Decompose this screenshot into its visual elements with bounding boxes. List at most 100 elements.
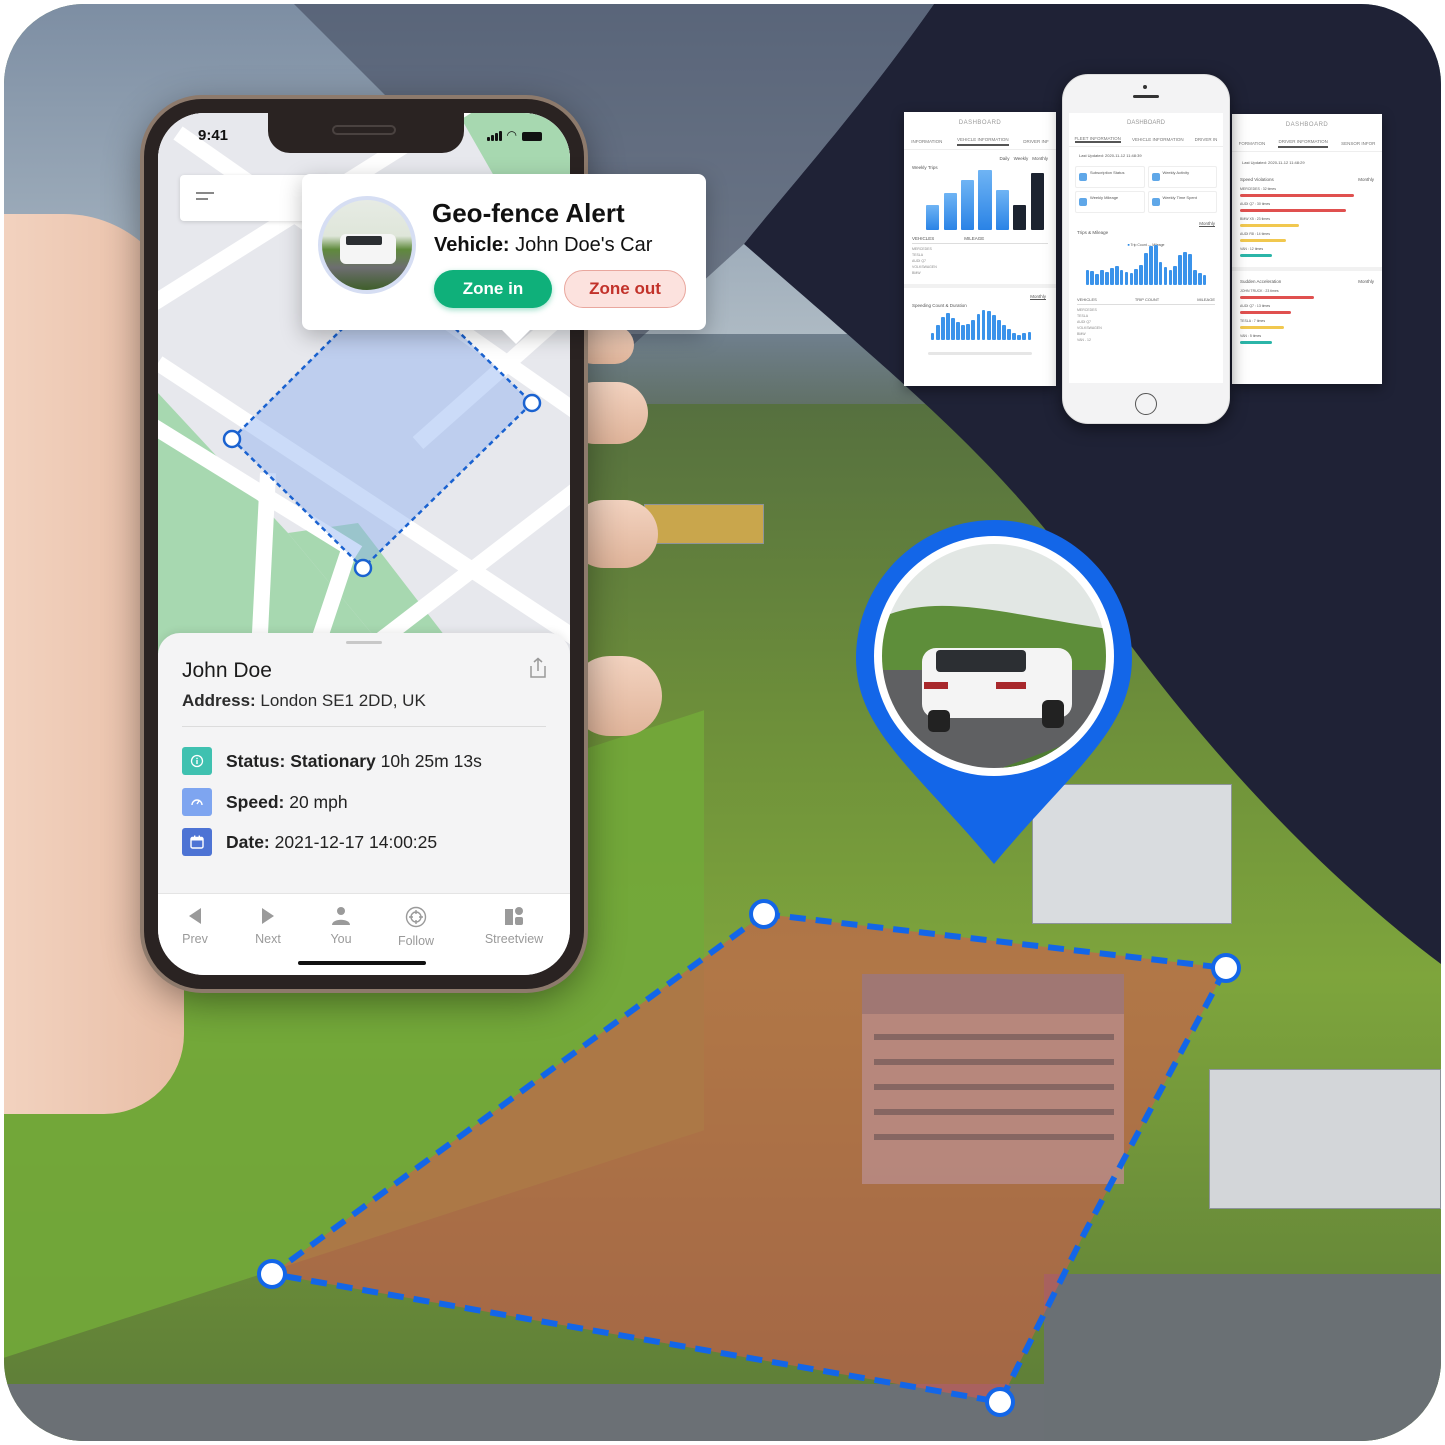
violation-label: AUDI R8 : 14 times — [1240, 232, 1270, 236]
home-button[interactable] — [1135, 393, 1157, 415]
period-monthly[interactable]: Monthly — [1199, 221, 1215, 227]
chart-bar — [1124, 271, 1129, 285]
status-state: Stationary — [290, 750, 376, 771]
card-title: Subscription Status — [1090, 170, 1125, 175]
chart-bar — [1163, 266, 1168, 285]
iphone-screen: DASHBOARD FLEET INFORMATION VEHICLE INFO… — [1069, 113, 1223, 383]
period-weekly[interactable]: Weekly — [1014, 156, 1029, 161]
geofence-handle[interactable] — [749, 899, 779, 929]
card-icon — [1079, 198, 1087, 206]
geofence-handle[interactable] — [1211, 953, 1241, 983]
table-row: VAN - 12 — [1077, 338, 1091, 342]
chart-bar — [1007, 329, 1011, 340]
chart-bar — [960, 180, 975, 230]
chart-bar — [951, 318, 955, 340]
period-daily[interactable]: Daily — [1000, 156, 1010, 161]
violation-row: VAN : 12 times — [1240, 247, 1374, 257]
chart-bar — [956, 322, 960, 340]
summary-card: Weekly Time Spent — [1147, 191, 1217, 213]
chart-bar — [945, 312, 950, 340]
clock: 9:41 — [198, 127, 229, 144]
period-selector: Daily Weekly Monthly — [1000, 156, 1048, 161]
tab-follow[interactable]: Follow — [381, 906, 451, 948]
tab-label: Follow — [397, 934, 435, 948]
geofence-vertex[interactable] — [522, 393, 542, 413]
chart-bar — [1173, 265, 1178, 285]
dashboard-tab[interactable]: FORMATION — [1239, 141, 1266, 146]
calendar-icon — [182, 828, 212, 856]
tab-next[interactable]: Next — [233, 906, 303, 946]
range-slider[interactable] — [928, 352, 1032, 355]
streetview-icon — [505, 907, 523, 925]
chart-bar — [1085, 269, 1090, 285]
speed-row: Speed: 20 mph — [182, 788, 348, 816]
dashboard-tab[interactable]: DRIVER IN — [1195, 137, 1218, 142]
chart-bar — [930, 333, 935, 340]
violation-bar — [1240, 296, 1314, 299]
dashboard-tab[interactable]: DRIVER INF — [1023, 139, 1049, 144]
trips-mileage-chart — [1085, 245, 1207, 285]
card-icon — [1079, 173, 1087, 181]
tab-prev[interactable]: Prev — [160, 906, 230, 946]
chart-bar — [943, 193, 957, 230]
period-monthly[interactable]: Monthly — [1358, 177, 1374, 182]
chart-bar — [976, 314, 981, 340]
office-roof — [862, 974, 1124, 1014]
violation-row: VAN : 5 times — [1240, 334, 1374, 344]
hero-frame: DASHBOARD INFORMATION VEHICLE INFORMATIO… — [4, 4, 1441, 1441]
share-icon[interactable] — [528, 657, 548, 679]
dashboard-tab-active[interactable]: DRIVER INFORMATION — [1278, 139, 1328, 148]
violation-bar — [1240, 311, 1291, 314]
tab-label: Next — [255, 932, 281, 946]
hamburger-icon — [196, 192, 214, 204]
chart-bar — [1192, 269, 1197, 285]
dashboard-tabs: INFORMATION VEHICLE INFORMATION DRIVER I… — [904, 134, 1056, 150]
weekly-trips-card: Weekly Trips Daily Weekly Monthly — [904, 150, 1056, 234]
violation-row: TESLA : 7 times — [1240, 319, 1374, 329]
address: Address: London SE1 2DD, UK — [182, 691, 426, 711]
summary-card: Weekly Activity — [1147, 166, 1217, 188]
chart-bar — [1188, 254, 1192, 285]
tab-streetview[interactable]: Streetview — [474, 906, 554, 946]
dashboard-tab-active[interactable]: VEHICLE INFORMATION — [956, 137, 1009, 146]
violation-label: MERCEDES : 32 times — [1240, 187, 1276, 191]
chart-bar — [995, 190, 1010, 230]
zone-out-button[interactable]: Zone out — [564, 270, 686, 308]
last-updated: Last Updated: 2020-11-12 11:48:29 — [1242, 160, 1305, 165]
last-updated: Last Updated: 2020-11-12 11:48:39 — [1079, 153, 1142, 158]
signal-icon — [486, 131, 502, 141]
chart-bar — [1158, 262, 1163, 285]
dashboard-tab[interactable]: SENSOR INFOR — [1341, 141, 1375, 146]
sheet-grabber[interactable] — [346, 641, 382, 644]
chart-bar — [1109, 267, 1114, 285]
chart-bar — [1013, 205, 1027, 230]
period-monthly[interactable]: Monthly — [1358, 279, 1374, 284]
period-monthly[interactable]: Monthly — [1030, 294, 1046, 300]
dashboard-tab-active[interactable]: FLEET INFORMATION — [1074, 136, 1121, 143]
tab-label: Streetview — [484, 932, 544, 946]
tab-you[interactable]: You — [306, 906, 376, 946]
geofence-vertex[interactable] — [353, 558, 373, 578]
card-title: Weekly Time Spent — [1162, 195, 1197, 200]
chart-bar — [978, 170, 992, 230]
date-row: Date: 2021-12-17 14:00:25 — [182, 828, 437, 856]
geofence-alert-popup: Geo-fence Alert Vehicle: John Doe's Car … — [302, 174, 706, 344]
chart-bar — [981, 310, 986, 340]
geofence-handle[interactable] — [257, 1259, 287, 1289]
wifi-icon: ◠ — [506, 128, 517, 142]
dashboard-tab[interactable]: VEHICLE INFORMATION — [1132, 137, 1184, 142]
zone-in-button[interactable]: Zone in — [434, 270, 552, 308]
triangle-right-icon — [262, 908, 274, 924]
dashboard-tab[interactable]: INFORMATION — [911, 139, 942, 144]
chart-bar — [1144, 253, 1148, 285]
geofence-handle[interactable] — [985, 1387, 1015, 1417]
chart-bar — [940, 316, 945, 340]
speed-value: 20 mph — [289, 791, 348, 812]
dashboard-header: DASHBOARD — [958, 120, 1002, 126]
geofence-vertex[interactable] — [222, 429, 242, 449]
alert-vehicle: Vehicle: John Doe's Car — [434, 234, 652, 257]
chart-bar — [935, 325, 940, 340]
chart-bar — [1168, 269, 1173, 285]
period-monthly[interactable]: Monthly — [1032, 156, 1048, 161]
violation-bar — [1240, 254, 1273, 257]
